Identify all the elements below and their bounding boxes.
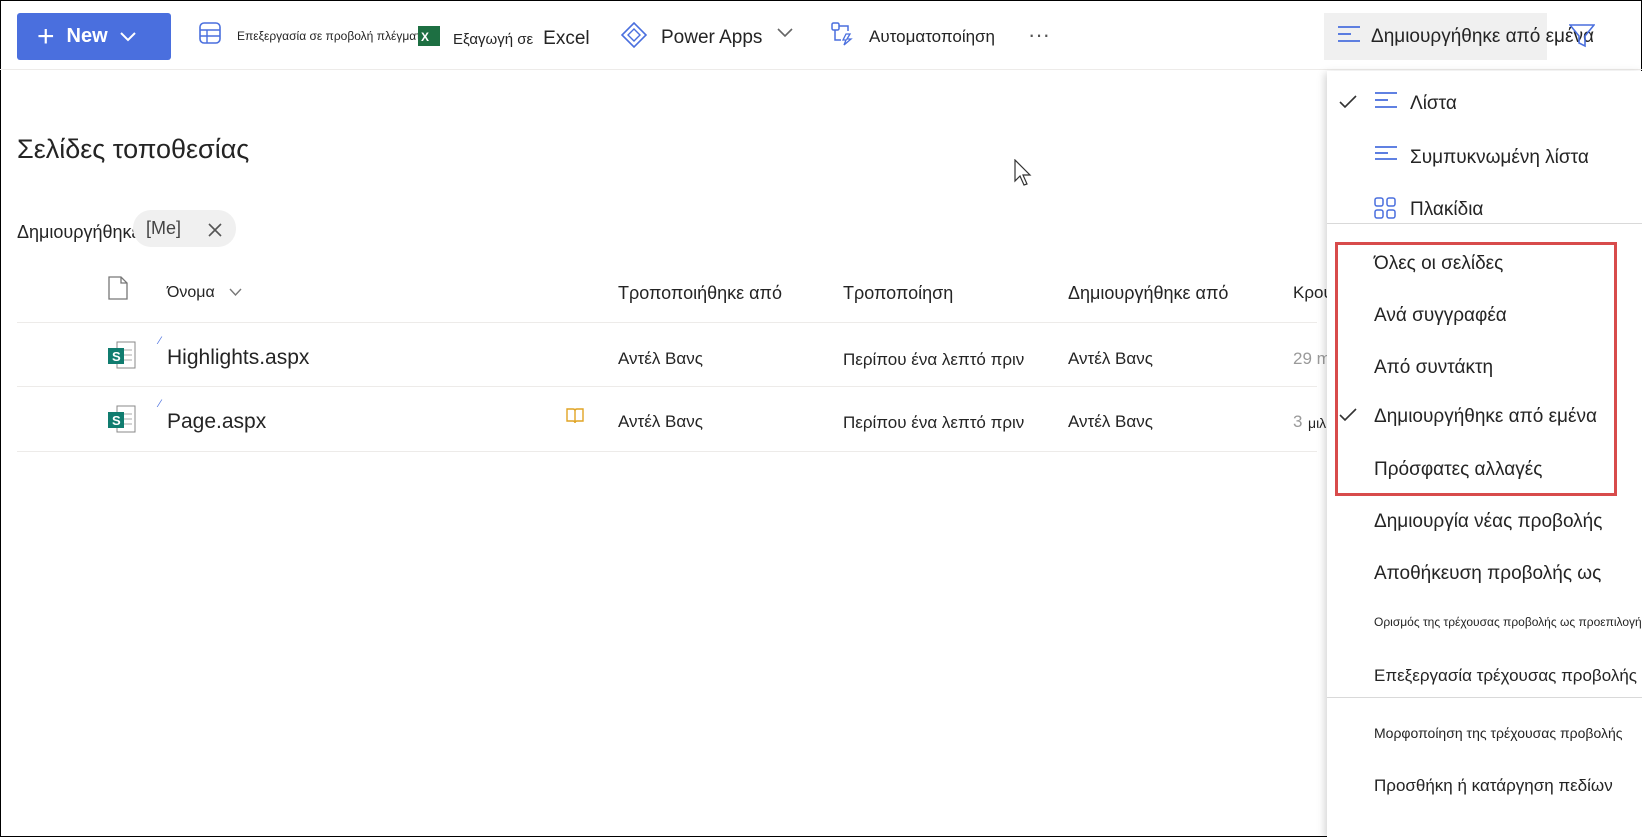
power-apps-chevron-icon[interactable] bbox=[777, 28, 793, 38]
highlight-box bbox=[1335, 242, 1617, 496]
more-options-button[interactable]: ··· bbox=[1028, 22, 1050, 48]
menu-item-label: Λίστα bbox=[1410, 93, 1457, 114]
chevron-down-icon bbox=[229, 284, 242, 301]
list-icon bbox=[1374, 91, 1398, 118]
new-button[interactable]: + New bbox=[17, 13, 171, 60]
column-header-modified[interactable]: Τροποποίηση bbox=[843, 283, 953, 304]
created-by-cell[interactable]: Αντέλ Βανς bbox=[1068, 349, 1153, 369]
menu-item-edit-current-view[interactable]: Επεξεργασία τρέχουσας προβολής bbox=[1327, 655, 1642, 697]
column-created-by-label: Δημιουργήθηκε από bbox=[1068, 283, 1229, 303]
filter-pane-button[interactable] bbox=[1568, 24, 1596, 53]
power-apps-label: Power Apps bbox=[661, 26, 763, 48]
column-header-modified-by[interactable]: Τροποποιήθηκε από bbox=[618, 283, 782, 304]
new-button-label: New bbox=[66, 25, 108, 47]
power-apps-button[interactable]: Power Apps bbox=[620, 21, 763, 53]
excel-icon: X bbox=[418, 26, 440, 46]
view-switcher-button[interactable]: Δημιουργήθηκε από εμένα bbox=[1324, 13, 1594, 60]
menu-item-set-default-view[interactable]: Ορισμός της τρέχουσας προβολής ως προεπι… bbox=[1327, 601, 1642, 643]
sharepoint-page-icon: S bbox=[108, 404, 136, 439]
modified-cell: Περίπου ένα λεπτό πριν bbox=[843, 350, 1025, 369]
menu-item-label: Δημιουργία νέας προβολής bbox=[1374, 511, 1603, 532]
modified-cell: Περίπου ένα λεπτό πριν bbox=[843, 413, 1025, 432]
menu-item-format-current-view[interactable]: Μορφοποίηση της τρέχουσας προβολής bbox=[1327, 712, 1642, 754]
column-modified-by-label: Τροποποιήθηκε από bbox=[618, 283, 782, 303]
menu-item-add-remove-fields[interactable]: Προσθήκη ή κατάργηση πεδίων bbox=[1327, 765, 1642, 807]
grid-edit-button[interactable]: Επεξεργασία σε προβολή πλέγματος bbox=[199, 22, 433, 49]
current-view-label: Δημιουργήθηκε από εμένα bbox=[1371, 25, 1594, 47]
grid-icon bbox=[199, 22, 221, 49]
filter-icon bbox=[1568, 24, 1596, 53]
menu-item-list-layout[interactable]: Λίστα bbox=[1327, 83, 1642, 125]
created-by-cell[interactable]: Αντέλ Βανς bbox=[1068, 412, 1153, 432]
column-5-cell: 3 bbox=[1293, 412, 1303, 431]
column-modified-label: Τροποποίηση bbox=[843, 283, 954, 303]
close-icon[interactable] bbox=[208, 221, 222, 242]
automate-label: Αυτοματοποίηση bbox=[869, 26, 995, 46]
menu-divider bbox=[1327, 223, 1642, 224]
menu-item-label: Ορισμός της τρέχουσας προβολής ως προεπι… bbox=[1374, 615, 1642, 629]
menu-item-compact-list-layout[interactable]: Συμπυκνωμένη λίστα bbox=[1327, 137, 1642, 179]
automate-icon bbox=[831, 22, 855, 51]
menu-item-label: Προσθήκη ή κατάργηση πεδίων bbox=[1374, 776, 1613, 795]
row-divider bbox=[17, 386, 1317, 387]
tiles-icon bbox=[1374, 196, 1396, 224]
menu-item-label: Επεξεργασία τρέχουσας προβολής bbox=[1374, 666, 1637, 685]
grid-edit-label: Επεξεργασία σε προβολή πλέγματος bbox=[237, 28, 434, 43]
export-excel-button[interactable]: Εξαγωγή σε Excel bbox=[453, 28, 590, 50]
filter-pill[interactable]: [Me] bbox=[133, 210, 236, 247]
new-item-indicator-icon: ⁄ bbox=[159, 335, 161, 347]
column-header-created-by[interactable]: Δημιουργήθηκε από bbox=[1068, 283, 1228, 304]
sharepoint-page-icon: S bbox=[108, 340, 136, 375]
checkmark-icon bbox=[1339, 94, 1357, 114]
modified-by-cell[interactable]: Αντέλ Βανς bbox=[618, 412, 703, 432]
more-icon: ··· bbox=[1028, 22, 1050, 47]
plus-icon: + bbox=[37, 19, 55, 53]
export-label: Εξαγωγή σε bbox=[453, 30, 534, 48]
new-item-indicator-icon: ⁄ bbox=[159, 398, 161, 410]
svg-text:X: X bbox=[421, 30, 429, 44]
column-name-label: Όνομα bbox=[167, 284, 215, 301]
command-bar: + New Επεξεργασία σε προβολή πλέγματος X… bbox=[0, 0, 1642, 70]
svg-text:S: S bbox=[112, 413, 121, 428]
menu-item-label: Πλακίδια bbox=[1410, 199, 1484, 220]
excel-label: Excel bbox=[543, 28, 590, 49]
book-icon bbox=[566, 408, 584, 429]
menu-item-label: Συμπυκνωμένη λίστα bbox=[1410, 147, 1589, 168]
file-name-link[interactable]: Highlights.aspx bbox=[167, 346, 309, 370]
automate-button[interactable]: Αυτοματοποίηση bbox=[831, 22, 995, 51]
column-header-name[interactable]: Όνομα bbox=[167, 284, 242, 302]
list-view-icon bbox=[1337, 25, 1361, 52]
compact-list-icon bbox=[1374, 145, 1398, 172]
modified-by-cell[interactable]: Αντέλ Βανς bbox=[618, 349, 703, 369]
file-name-link[interactable]: Page.aspx bbox=[167, 410, 266, 434]
power-apps-icon bbox=[620, 21, 648, 53]
column-5-cell-suffix: μιλ bbox=[1308, 415, 1327, 431]
column-5-cell: 29 m bbox=[1293, 349, 1331, 368]
page-title: Σελίδες τοποθεσίας bbox=[17, 134, 250, 164]
menu-item-label: Αποθήκευση προβολής ως bbox=[1374, 563, 1602, 584]
menu-item-tiles-layout[interactable]: Πλακίδια bbox=[1327, 189, 1642, 231]
menu-item-create-new-view[interactable]: Δημιουργία νέας προβολής bbox=[1327, 501, 1642, 543]
mouse-cursor-icon bbox=[1014, 158, 1034, 192]
filter-value: [Me] bbox=[146, 218, 182, 238]
svg-text:S: S bbox=[112, 349, 121, 364]
row-divider bbox=[17, 451, 1317, 452]
menu-divider bbox=[1327, 697, 1642, 698]
file-type-header-icon[interactable] bbox=[108, 276, 128, 305]
row-divider bbox=[17, 322, 1317, 323]
menu-item-label: Μορφοποίηση της τρέχουσας προβολής bbox=[1374, 725, 1623, 741]
menu-item-save-view-as[interactable]: Αποθήκευση προβολής ως bbox=[1327, 553, 1642, 595]
chevron-down-icon bbox=[119, 25, 136, 48]
